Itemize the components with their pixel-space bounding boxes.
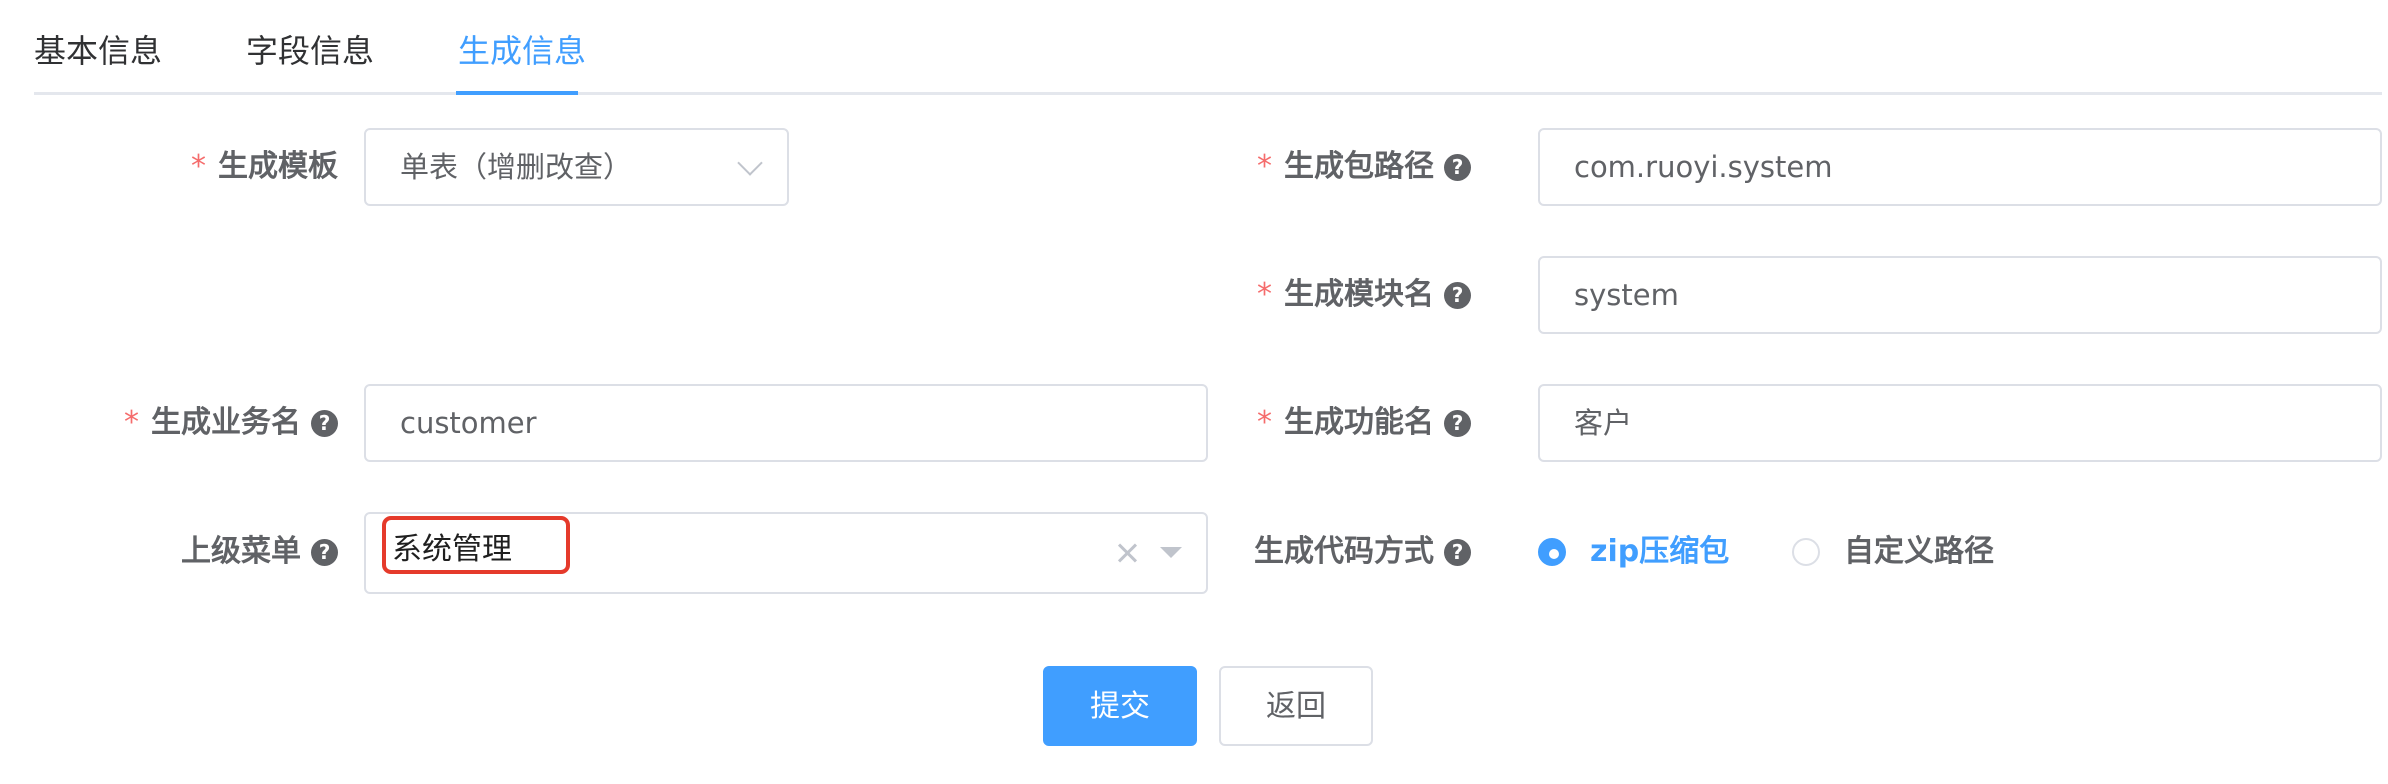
package-name-input[interactable]: com.ruoyi.system (1538, 128, 2382, 206)
gen-type-custom-path-label: 自定义路径 (1844, 534, 1994, 569)
tab-generate-info[interactable]: 生成信息 (458, 28, 586, 74)
required-mark: * (124, 405, 139, 440)
gen-type-label-text: 生成代码方式 (1254, 534, 1434, 569)
module-name-label: * 生成模块名? (1257, 275, 1471, 315)
tpl-category-select[interactable]: 单表（增删改查） (364, 128, 789, 206)
gen-type-radio-zip[interactable]: zip压缩包 (1538, 532, 1738, 572)
parent-menu-label-text: 上级菜单 (181, 534, 301, 569)
package-name-label-text: 生成包路径 (1284, 149, 1434, 184)
business-name-value: customer (400, 406, 537, 440)
function-name-input[interactable]: 客户 (1538, 384, 2382, 462)
question-icon[interactable]: ? (311, 410, 338, 437)
parent-menu-value: 系统管理 (392, 532, 512, 567)
tab-basic-info[interactable]: 基本信息 (34, 28, 162, 74)
radio-unchecked-icon (1792, 538, 1820, 566)
required-mark: * (1257, 277, 1272, 312)
question-icon[interactable]: ? (1444, 154, 1471, 181)
module-name-label-text: 生成模块名 (1284, 277, 1434, 312)
gen-type-radio-custom-path[interactable]: 自定义路径 (1792, 532, 2012, 572)
tpl-category-label-text: 生成模板 (218, 149, 338, 184)
function-name-label-text: 生成功能名 (1284, 405, 1434, 440)
module-name-input[interactable]: system (1538, 256, 2382, 334)
clear-icon[interactable] (1114, 540, 1140, 566)
submit-button[interactable]: 提交 (1043, 666, 1197, 746)
tab-field-info[interactable]: 字段信息 (246, 28, 374, 74)
required-mark: * (1257, 405, 1272, 440)
radio-checked-icon (1538, 538, 1566, 566)
function-name-value: 客户 (1574, 406, 1633, 440)
question-icon[interactable]: ? (311, 539, 338, 566)
required-mark: * (191, 149, 206, 184)
required-mark: * (1257, 149, 1272, 184)
package-name-value: com.ruoyi.system (1574, 150, 1833, 184)
question-icon[interactable]: ? (1444, 539, 1471, 566)
active-tab-indicator (456, 91, 578, 95)
parent-menu-label: 上级菜单? (181, 532, 338, 572)
chevron-down-icon (737, 150, 763, 176)
gen-type-label: 生成代码方式? (1254, 532, 1471, 572)
question-icon[interactable]: ? (1444, 282, 1471, 309)
business-name-label-text: 生成业务名 (151, 405, 301, 440)
gen-type-zip-label: zip压缩包 (1590, 534, 1730, 569)
function-name-label: * 生成功能名? (1257, 403, 1471, 443)
question-icon[interactable]: ? (1444, 410, 1471, 437)
business-name-input[interactable]: customer (364, 384, 1208, 462)
module-name-value: system (1574, 278, 1679, 312)
tab-bar: 基本信息 字段信息 生成信息 (34, 0, 2382, 95)
tpl-category-value: 单表（增删改查） (400, 150, 633, 184)
back-button[interactable]: 返回 (1219, 666, 1373, 746)
caret-down-icon[interactable] (1160, 547, 1182, 558)
package-name-label: * 生成包路径? (1257, 147, 1471, 187)
tpl-category-label: * 生成模板 (191, 147, 338, 187)
business-name-label: * 生成业务名? (124, 403, 338, 443)
